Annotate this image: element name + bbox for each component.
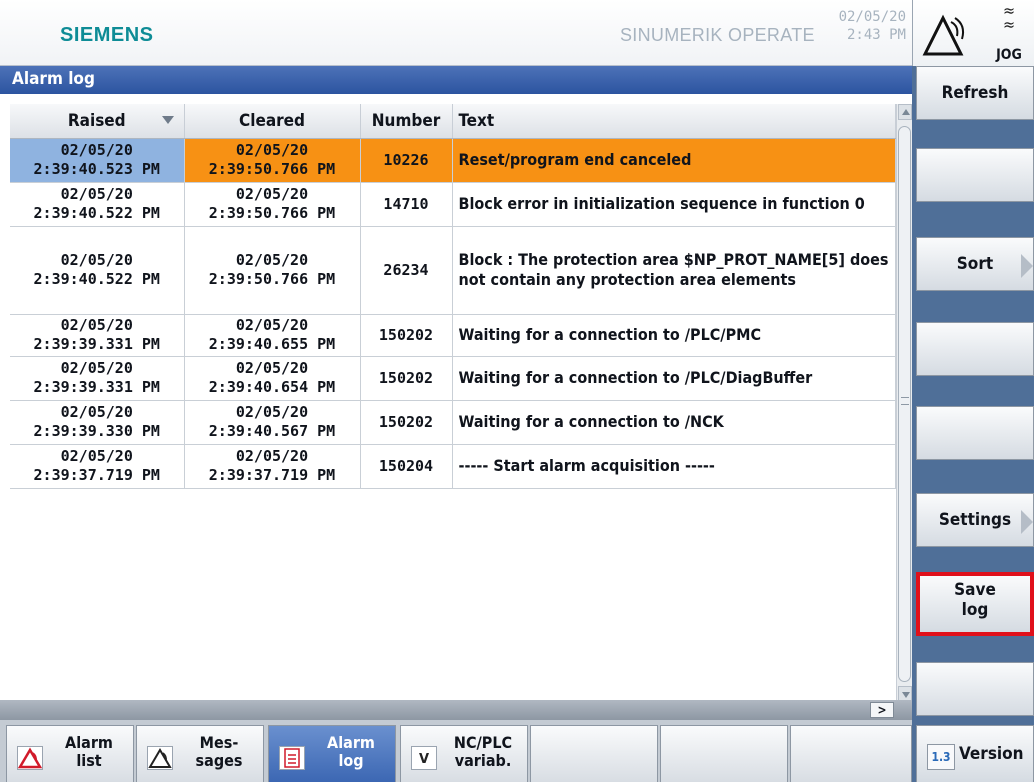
alarm-number-cell: 150202	[360, 356, 453, 401]
raised-cell: 02/05/20 2:39:40.522 PM	[10, 182, 185, 227]
cleared-cell: 02/05/20 2:39:40.567 PM	[184, 400, 361, 445]
save-log-button[interactable]: Save log	[916, 572, 1034, 636]
table-row[interactable]: 02/05/20 2:39:40.522 PM 02/05/20 2:39:50.76…	[10, 226, 896, 315]
time-text: 2:43 PM	[846, 27, 906, 43]
softkey-label: Mes-sages	[195, 733, 243, 770]
refresh-button[interactable]: Refresh	[916, 66, 1034, 120]
alarm-text-cell: Waiting for a connection to /NCK	[452, 400, 896, 445]
softkey-right-empty-5[interactable]	[916, 406, 1034, 460]
chevron-right-icon	[1021, 254, 1033, 278]
channel-state-icon[interactable]	[921, 12, 971, 58]
alarm-text-cell: Block : The protection area $NP_PROT_NAM…	[452, 226, 896, 315]
column-header-cleared[interactable]: Cleared	[184, 104, 361, 139]
softkey-right-empty-8[interactable]	[916, 662, 1034, 716]
alarm-number-cell: 150204	[360, 444, 453, 489]
horizontal-softkey-bar: Alarm list Mes-sages Alarm log V NC/PLC var…	[0, 720, 912, 782]
variable-icon: V	[411, 746, 437, 770]
alarm-number-cell: 150202	[360, 314, 453, 357]
alarm-number-cell: 14710	[360, 182, 453, 227]
status-bar	[0, 700, 912, 720]
column-header-raised[interactable]: Raised	[10, 104, 185, 139]
table-row[interactable]: 02/05/20 2:39:39.331 PM 02/05/20 2:39:40.65…	[10, 314, 896, 357]
softkey-right-empty-2[interactable]	[916, 148, 1034, 202]
alarm-log-icon	[279, 746, 305, 770]
table-row[interactable]: 02/05/20 2:39:39.331 PM 02/05/20 2:39:40.65…	[10, 356, 896, 401]
raised-cell: 02/05/20 2:39:40.522 PM	[10, 226, 185, 315]
softkey-empty-6[interactable]	[660, 725, 788, 782]
product-name: SINUMERIK OPERATE	[620, 25, 815, 45]
softkey-empty-7[interactable]	[790, 725, 912, 782]
alarm-log-panel: Raised Cleared Number Text 02/05/20 2:39:…	[0, 94, 912, 712]
softkey-label: Alarm list	[65, 733, 113, 770]
cleared-cell: 02/05/20 2:39:50.766 PM	[184, 182, 361, 227]
softkey-messages[interactable]: Mes-sages	[136, 725, 264, 782]
raised-cell: 02/05/20 2:39:39.331 PM	[10, 356, 185, 401]
cleared-cell: 02/05/20 2:39:37.719 PM	[184, 444, 361, 489]
chevron-right-icon	[1021, 510, 1033, 534]
wave-icon-2: ≈	[1002, 15, 1016, 34]
cleared-cell: 02/05/20 2:39:50.766 PM	[184, 138, 361, 183]
column-header-number[interactable]: Number	[360, 104, 453, 139]
alarm-list-icon	[17, 746, 43, 770]
softkey-right-empty-4[interactable]	[916, 322, 1034, 376]
cleared-cell: 02/05/20 2:39:40.654 PM	[184, 356, 361, 401]
brand-logo: SIEMENS	[60, 24, 154, 46]
table-row[interactable]: 02/05/20 2:39:37.719 PM 02/05/20 2:39:37.71…	[10, 444, 896, 489]
mode-area: ≈ ≈ JOG	[912, 0, 1034, 66]
jog-mode-icon[interactable]: ≈ ≈ JOG	[987, 3, 1031, 64]
table-row[interactable]: 02/05/20 2:39:40.522 PM 02/05/20 2:39:50.76…	[10, 182, 896, 227]
alarm-text-cell: Waiting for a connection to /PLC/PMC	[452, 314, 896, 357]
messages-icon	[147, 746, 173, 770]
grip-icon	[901, 397, 909, 405]
scroll-up-button[interactable]	[898, 104, 912, 120]
jog-label: JOG	[996, 47, 1022, 63]
alarm-text-cell: Reset/program end canceled	[452, 138, 896, 183]
cleared-cell: 02/05/20 2:39:40.655 PM	[184, 314, 361, 357]
softkey-label: NC/PLC variab.	[453, 733, 513, 770]
alarm-table: Raised Cleared Number Text 02/05/20 2:39:…	[10, 104, 896, 489]
arrow-up-icon	[902, 109, 910, 115]
raised-cell: 02/05/20 2:39:37.719 PM	[10, 444, 185, 489]
softkey-alarm-log[interactable]: Alarm log	[268, 725, 396, 782]
softkey-empty-5[interactable]	[530, 725, 658, 782]
table-row[interactable]: 02/05/20 2:39:39.330 PM 02/05/20 2:39:40.56…	[10, 400, 896, 445]
softkey-alarm-list[interactable]: Alarm list	[6, 725, 134, 782]
column-header-text[interactable]: Text	[452, 104, 896, 139]
scroll-thumb[interactable]	[898, 126, 911, 682]
alarm-text-cell: ----- Start alarm acquisition -----	[452, 444, 896, 489]
scroll-right-button[interactable]: >	[870, 702, 894, 718]
column-header-raised-label: Raised	[67, 110, 126, 131]
alarm-number-cell: 26234	[360, 226, 453, 315]
date-time-display: 02/05/20 2:43 PM	[839, 8, 906, 44]
raised-cell: 02/05/20 2:39:39.330 PM	[10, 400, 185, 445]
alarm-text-cell: Block error in initialization sequence i…	[452, 182, 896, 227]
header-bar: SIEMENS SINUMERIK OPERATE 02/05/20 2:43 …	[0, 0, 912, 66]
sort-button[interactable]: Sort	[916, 237, 1034, 291]
cleared-cell: 02/05/20 2:39:50.766 PM	[184, 226, 361, 315]
table-row[interactable]: 02/05/20 2:39:40.523 PM 02/05/20 2:39:50.76…	[10, 138, 896, 183]
arrow-down-icon	[902, 692, 910, 698]
raised-cell: 02/05/20 2:39:39.331 PM	[10, 314, 185, 357]
softkey-nc-plc-variables[interactable]: V NC/PLC variab.	[400, 725, 528, 782]
alarm-text-cell: Waiting for a connection to /PLC/DiagBuf…	[452, 356, 896, 401]
settings-button[interactable]: Settings	[916, 493, 1034, 547]
svg-text:V: V	[419, 752, 429, 767]
sort-down-icon	[161, 116, 174, 124]
vertical-softkey-bar: Refresh Sort Settings Save log	[912, 66, 1034, 782]
alarm-number-cell: 150202	[360, 400, 453, 445]
table-header-row: Raised Cleared Number Text	[10, 104, 896, 139]
date-text: 02/05/20	[838, 9, 906, 25]
page-title: Alarm log	[0, 66, 912, 94]
version-icon: 1.3	[927, 744, 955, 770]
alarm-number-cell: 10226	[360, 138, 453, 183]
vertical-scrollbar[interactable]	[896, 104, 912, 702]
version-label: Version	[959, 744, 1024, 764]
raised-cell: 02/05/20 2:39:40.523 PM	[10, 138, 185, 183]
alarm-rows: 02/05/20 2:39:40.523 PM 02/05/20 2:39:50.76…	[10, 138, 896, 489]
version-button[interactable]: 1.3 Version	[916, 725, 1034, 782]
softkey-label: Alarm log	[327, 733, 375, 770]
